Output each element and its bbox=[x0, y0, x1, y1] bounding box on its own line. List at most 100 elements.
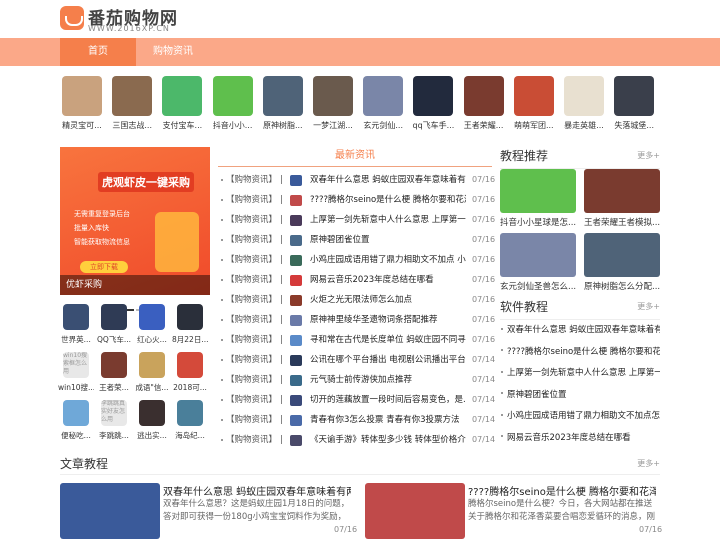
app-thumbnail[interactable] bbox=[139, 352, 165, 378]
top-app-label[interactable]: 原神树脂... bbox=[259, 120, 307, 131]
grid-app-label[interactable]: 成语"信... bbox=[134, 382, 170, 393]
grid-app-item[interactable]: 红心火... bbox=[134, 304, 170, 345]
news-item[interactable]: 【购物资讯】 | ????腾格尔seino是什么梗 腾格尔要和花泽... 07/16 bbox=[218, 190, 495, 210]
software-item[interactable]: 上厚第一剑先斩意中人什么意思 上厚第一... bbox=[500, 363, 660, 383]
grid-app-label[interactable]: 红心火... bbox=[134, 334, 170, 345]
grid-app-label[interactable]: 王者荣... bbox=[96, 382, 132, 393]
news-item[interactable]: 【购物资讯】 | 《天谕手游》转体型多少钱 转体型价格介绍 07/14 bbox=[218, 430, 495, 450]
top-app-item[interactable]: 原神树脂... bbox=[259, 76, 307, 131]
app-thumbnail[interactable] bbox=[63, 400, 89, 426]
app-thumbnail[interactable] bbox=[62, 76, 102, 116]
app-thumbnail[interactable] bbox=[162, 76, 203, 116]
news-category-link[interactable]: 【购物资讯】 bbox=[226, 190, 277, 210]
grid-app-item[interactable]: 世界英... bbox=[58, 304, 94, 345]
top-app-label[interactable]: 玄元剑仙... bbox=[359, 120, 407, 131]
top-app-item[interactable]: 暴走英雄... bbox=[560, 76, 608, 131]
news-item[interactable]: 【购物资讯】 | 原神碧团雀位置 07/16 bbox=[218, 230, 495, 250]
top-app-label[interactable]: 王者荣耀... bbox=[460, 120, 508, 131]
news-category-link[interactable]: 【购物资讯】 bbox=[226, 350, 277, 370]
banner-download-button[interactable]: 立即下载 bbox=[80, 261, 128, 273]
news-title-link[interactable]: 火炬之光无限法师怎么加点 bbox=[310, 290, 466, 310]
tutorial-item[interactable]: 玄元剑仙圣兽怎么... bbox=[500, 233, 576, 292]
grid-app-item[interactable]: 8月22日... bbox=[172, 304, 208, 345]
tutorial-thumbnail[interactable] bbox=[584, 233, 660, 277]
app-thumbnail[interactable] bbox=[614, 76, 655, 116]
software-title-link[interactable]: 网易云音乐2023年度总结在哪看 bbox=[507, 433, 631, 443]
software-title-link[interactable]: 原神碧团雀位置 bbox=[507, 390, 567, 400]
software-item[interactable]: 小鸡庄园成语用错了鼎力相助文不加点怎么... bbox=[500, 406, 660, 426]
news-title-link[interactable]: 网易云音乐2023年度总结在哪看 bbox=[310, 270, 466, 290]
news-title-link[interactable]: 青春有你3怎么投票 青春有你3投票方法 bbox=[310, 410, 466, 430]
grid-app-item[interactable]: 李跳跳真实好友怎么用 李跳跳... bbox=[96, 400, 132, 441]
carousel-indicator[interactable] bbox=[116, 296, 156, 311]
app-thumbnail[interactable] bbox=[63, 304, 89, 330]
software-title-link[interactable]: ????腾格尔seino是什么梗 腾格尔要和花泽香... bbox=[507, 347, 660, 357]
article-title-link[interactable]: ????腾格尔seino是什么梗 腾格尔要和花泽香... bbox=[468, 483, 656, 498]
software-item[interactable]: 双春年什么意思 蚂蚁庄园双春年意味着有... bbox=[500, 320, 660, 340]
app-thumbnail[interactable] bbox=[564, 76, 604, 116]
top-app-label[interactable]: 失落城堡... bbox=[610, 120, 658, 131]
grid-app-label[interactable]: 海岛纪... bbox=[172, 430, 208, 441]
software-title-link[interactable]: 双春年什么意思 蚂蚁庄园双春年意味着有... bbox=[507, 325, 660, 335]
app-thumbnail[interactable] bbox=[139, 400, 165, 426]
grid-app-item[interactable]: 海岛纪... bbox=[172, 400, 208, 441]
grid-app-label[interactable]: 2018可... bbox=[172, 382, 208, 393]
app-thumbnail[interactable] bbox=[463, 76, 504, 116]
news-title-link[interactable]: 《天谕手游》转体型多少钱 转体型价格介绍 bbox=[310, 430, 466, 450]
top-app-label[interactable]: qq飞车手... bbox=[409, 120, 457, 131]
top-app-item[interactable]: qq飞车手... bbox=[409, 76, 457, 131]
top-app-label[interactable]: 精灵宝可... bbox=[58, 120, 106, 131]
grid-app-label[interactable]: QQ飞车... bbox=[96, 334, 132, 345]
tutorial-title-link[interactable]: 抖音小小星球是怎... bbox=[500, 216, 576, 228]
grid-app-item[interactable]: 逃出实... bbox=[134, 400, 170, 441]
grid-app-item[interactable]: 便秘吃... bbox=[58, 400, 94, 441]
app-thumbnail[interactable] bbox=[413, 76, 454, 116]
promo-banner[interactable]: 虎观虾皮一键采购 无需重复登录后台 批量入库快 智能获取物流信息 立即下载 优虾… bbox=[60, 147, 210, 295]
grid-app-item[interactable]: 2018可... bbox=[172, 352, 208, 393]
news-title-link[interactable]: 公讯在哪个平台播出 电视剧公讯播出平台... bbox=[310, 350, 466, 370]
software-more-link[interactable]: 更多+ bbox=[637, 301, 660, 312]
app-thumbnail[interactable] bbox=[262, 76, 303, 116]
top-app-item[interactable]: 萌萌军团... bbox=[510, 76, 558, 131]
article-more-link[interactable]: 更多+ bbox=[637, 458, 660, 469]
news-category-link[interactable]: 【购物资讯】 bbox=[226, 430, 277, 450]
app-thumbnail[interactable] bbox=[513, 76, 554, 116]
app-thumbnail[interactable] bbox=[139, 304, 165, 330]
tutorial-item[interactable]: 抖音小小星球是怎... bbox=[500, 169, 576, 228]
app-thumbnail[interactable] bbox=[177, 304, 203, 330]
news-title-link[interactable]: 双春年什么意思 蚂蚁庄园双春年意味着有两... bbox=[310, 170, 466, 190]
app-thumbnail[interactable] bbox=[101, 352, 127, 378]
top-app-label[interactable]: 一梦江湖... bbox=[309, 120, 357, 131]
top-app-label[interactable]: 三国志战... bbox=[108, 120, 156, 131]
grid-app-label[interactable]: 便秘吃... bbox=[58, 430, 94, 441]
article-title-link[interactable]: 双春年什么意思 蚂蚁庄园双春年意味着有两... bbox=[163, 483, 351, 498]
news-item[interactable]: 【购物资讯】 | 上厚第一剑先斩意中人什么意思 上厚第一... 07/16 bbox=[218, 210, 495, 230]
nav-home[interactable]: 首页 bbox=[60, 38, 136, 66]
software-item[interactable]: 原神碧团雀位置 bbox=[500, 385, 660, 405]
top-app-label[interactable]: 萌萌军团... bbox=[510, 120, 558, 131]
top-app-label[interactable]: 支付宝车... bbox=[158, 120, 206, 131]
grid-app-item[interactable]: QQ飞车... bbox=[96, 304, 132, 345]
article-thumbnail[interactable] bbox=[365, 483, 465, 539]
news-category-link[interactable]: 【购物资讯】 bbox=[226, 250, 277, 270]
tutorial-thumbnail[interactable] bbox=[584, 169, 660, 213]
news-category-link[interactable]: 【购物资讯】 bbox=[226, 410, 277, 430]
app-thumbnail[interactable]: win10搜索框怎么用 bbox=[63, 352, 89, 378]
app-thumbnail[interactable] bbox=[363, 76, 404, 116]
article-thumbnail[interactable] bbox=[60, 483, 160, 539]
news-title-link[interactable]: 切开的莲藕放置一段时间后容易变色，是... bbox=[310, 390, 466, 410]
top-app-item[interactable]: 支付宝车... bbox=[158, 76, 206, 131]
app-thumbnail[interactable] bbox=[112, 76, 153, 116]
news-title-link[interactable]: ????腾格尔seino是什么梗 腾格尔要和花泽... bbox=[310, 190, 466, 210]
news-category-link[interactable]: 【购物资讯】 bbox=[226, 210, 277, 230]
news-category-link[interactable]: 【购物资讯】 bbox=[226, 290, 277, 310]
news-item[interactable]: 【购物资讯】 | 火炬之光无限法师怎么加点 07/16 bbox=[218, 290, 495, 310]
news-item[interactable]: 【购物资讯】 | 青春有你3怎么投票 青春有你3投票方法 07/14 bbox=[218, 410, 495, 430]
software-title-link[interactable]: 上厚第一剑先斩意中人什么意思 上厚第一... bbox=[507, 368, 660, 378]
news-title-link[interactable]: 原神碧团雀位置 bbox=[310, 230, 466, 250]
top-app-item[interactable]: 失落城堡... bbox=[610, 76, 658, 131]
grid-app-label[interactable]: 逃出实... bbox=[134, 430, 170, 441]
news-item[interactable]: 【购物资讯】 | 原神神里绫华圣遗物词条搭配推荐 07/16 bbox=[218, 310, 495, 330]
news-category-link[interactable]: 【购物资讯】 bbox=[226, 230, 277, 250]
app-thumbnail[interactable] bbox=[177, 352, 203, 378]
